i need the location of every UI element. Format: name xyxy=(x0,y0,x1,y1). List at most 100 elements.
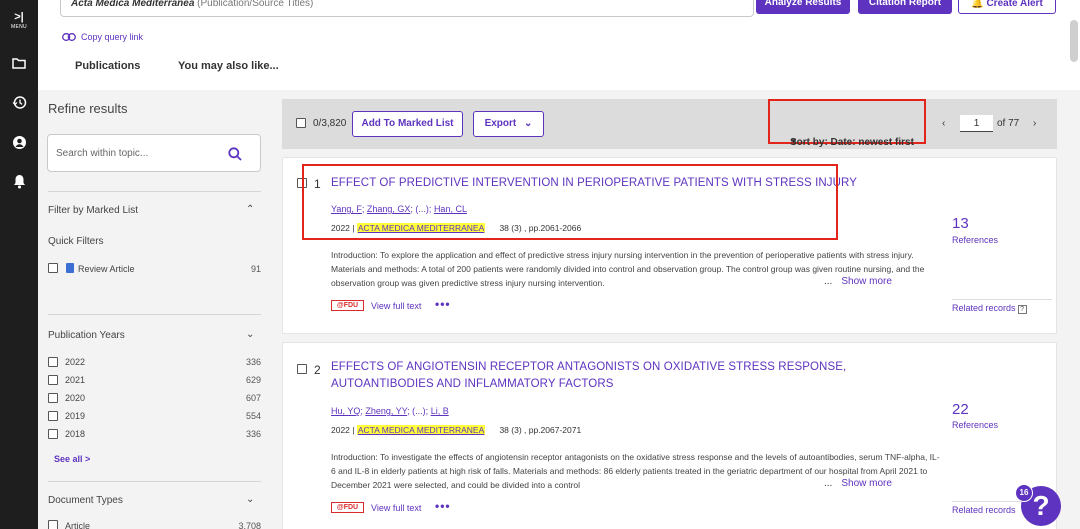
result-number: 2 xyxy=(314,363,321,377)
result-authors: Hu, YQ; Zheng, YY; (...); Li, B xyxy=(331,406,449,416)
related-records-label: Related records xyxy=(952,505,1016,515)
chevron-down-icon[interactable]: ⌄ xyxy=(246,494,254,505)
side-rail: >| MENU xyxy=(0,0,38,529)
history-icon[interactable] xyxy=(9,92,29,112)
bell-icon[interactable] xyxy=(9,171,29,191)
filter-marked-list-heading[interactable]: Filter by Marked List xyxy=(48,205,138,216)
caret-down-icon: ▼ xyxy=(790,137,798,146)
author-ellipsis[interactable]: (...) xyxy=(412,406,426,416)
analyze-results-button[interactable]: Analyze Results xyxy=(756,0,850,14)
annotation-highlight-box xyxy=(302,164,838,240)
account-icon[interactable] xyxy=(9,132,29,152)
create-alert-button[interactable]: 🔔 Create Alert xyxy=(958,0,1056,14)
year-label[interactable]: 2021 xyxy=(65,375,85,385)
show-more-link[interactable]: ... Show more xyxy=(824,478,892,489)
year-label[interactable]: 2019 xyxy=(65,411,85,421)
search-icon[interactable] xyxy=(228,147,242,166)
volume-pages: 38 (3) , pp.2067-2071 xyxy=(499,425,582,435)
references-count[interactable]: 22 xyxy=(952,401,969,418)
topic-search-input[interactable]: Search within topic... xyxy=(47,134,261,172)
query-value: Acta Medica Mediterranea xyxy=(71,0,195,9)
citation-report-button[interactable]: Citation Report xyxy=(858,0,952,14)
query-display[interactable]: Acta Medica Mediterranea (Publication/So… xyxy=(60,0,754,17)
help-icon[interactable]: ? xyxy=(1017,305,1027,314)
sort-label: Sort by: Date: newest first xyxy=(790,137,914,148)
more-options-icon[interactable]: ••• xyxy=(435,499,451,513)
author-link[interactable]: Li, B xyxy=(431,406,449,416)
view-full-text-link[interactable]: View full text xyxy=(371,301,421,311)
review-article-label: Review Article xyxy=(78,264,135,274)
show-more-label: Show more xyxy=(841,276,892,287)
show-more-link[interactable]: ... Show more xyxy=(824,276,892,287)
expand-menu-icon: >| xyxy=(14,11,24,23)
quick-filters-heading: Quick Filters xyxy=(48,236,104,247)
review-article-checkbox[interactable] xyxy=(48,263,58,273)
year-label[interactable]: 2018 xyxy=(65,429,85,439)
year-count: 554 xyxy=(245,411,261,421)
year-label[interactable]: 2022 xyxy=(65,357,85,367)
article-label[interactable]: Article xyxy=(65,521,90,529)
bell-alert-icon: 🔔 xyxy=(971,0,984,9)
year-checkbox[interactable] xyxy=(48,429,58,439)
result-checkbox[interactable] xyxy=(297,364,307,374)
next-page-icon[interactable]: › xyxy=(1033,118,1036,129)
year-label[interactable]: 2020 xyxy=(65,393,85,403)
references-label[interactable]: References xyxy=(952,420,998,430)
references-count[interactable]: 13 xyxy=(952,215,969,232)
references-label[interactable]: References xyxy=(952,235,998,245)
divider xyxy=(48,191,261,192)
related-records-label: Related records xyxy=(952,303,1016,313)
year-checkbox[interactable] xyxy=(48,411,58,421)
tab-publications[interactable]: Publications xyxy=(75,60,140,72)
document-types-heading[interactable]: Document Types xyxy=(48,495,123,506)
more-options-icon[interactable]: ••• xyxy=(435,297,451,311)
year-checkbox[interactable] xyxy=(48,375,58,385)
publication-years-heading[interactable]: Publication Years xyxy=(48,330,125,341)
prev-page-icon[interactable]: ‹ xyxy=(942,118,945,129)
chevron-up-icon[interactable]: ⌃ xyxy=(246,204,254,215)
link-icon xyxy=(62,33,76,41)
sort-dropdown[interactable]: Sort by: Date: newest first ▼ xyxy=(768,99,926,148)
fdu-library-badge[interactable]: @FDU xyxy=(331,300,364,311)
pub-year: 2022 xyxy=(331,425,350,435)
year-count: 336 xyxy=(245,357,261,367)
create-alert-label: Create Alert xyxy=(986,0,1043,9)
add-to-marked-list-button[interactable]: Add To Marked List xyxy=(352,111,463,137)
chevron-down-icon: ⌄ xyxy=(524,118,533,129)
refine-results-heading: Refine results xyxy=(48,101,128,116)
document-icon xyxy=(66,263,74,273)
export-button[interactable]: Export ⌄ xyxy=(473,111,544,137)
author-link[interactable]: Hu, YQ xyxy=(331,406,360,416)
article-count: 3,708 xyxy=(238,521,261,529)
page-number-input[interactable]: 1 xyxy=(960,115,993,132)
divider xyxy=(48,314,261,315)
query-field: (Publication/Source Titles) xyxy=(197,0,314,9)
year-count: 607 xyxy=(245,393,261,403)
author-link[interactable]: Zheng, YY xyxy=(365,406,407,416)
tab-you-may-also-like[interactable]: You may also like... xyxy=(178,60,279,72)
article-checkbox[interactable] xyxy=(48,520,58,529)
see-all-years-link[interactable]: See all > xyxy=(54,454,90,464)
scrollbar-thumb[interactable] xyxy=(1070,20,1078,62)
year-checkbox[interactable] xyxy=(48,357,58,367)
folder-icon[interactable] xyxy=(9,53,29,73)
page-total: of 77 xyxy=(997,118,1020,129)
year-count: 629 xyxy=(245,375,261,385)
result-title[interactable]: EFFECTS OF ANGIOTENSIN RECEPTOR ANTAGONI… xyxy=(331,359,931,393)
chevron-down-icon[interactable]: ⌄ xyxy=(246,329,254,340)
export-label: Export xyxy=(484,118,517,129)
fdu-library-badge[interactable]: @FDU xyxy=(331,502,364,513)
year-checkbox[interactable] xyxy=(48,393,58,403)
journal-link[interactable]: ACTA MEDICA MEDITERRANEA xyxy=(356,425,486,435)
menu-button[interactable]: >| MENU xyxy=(0,11,38,31)
divider xyxy=(48,481,261,482)
year-count: 336 xyxy=(245,429,261,439)
related-records-link[interactable]: Related records? xyxy=(952,299,1052,314)
top-bar: Acta Medica Mediterranea (Publication/So… xyxy=(38,0,1080,90)
review-article-count: 91 xyxy=(250,264,261,274)
review-article-filter[interactable]: Review Article xyxy=(66,263,135,274)
select-all-checkbox[interactable] xyxy=(296,118,306,128)
result-card: 2 EFFECTS OF ANGIOTENSIN RECEPTOR ANTAGO… xyxy=(282,342,1057,529)
view-full-text-link[interactable]: View full text xyxy=(371,503,421,513)
copy-query-link[interactable]: Copy query link xyxy=(62,32,143,42)
